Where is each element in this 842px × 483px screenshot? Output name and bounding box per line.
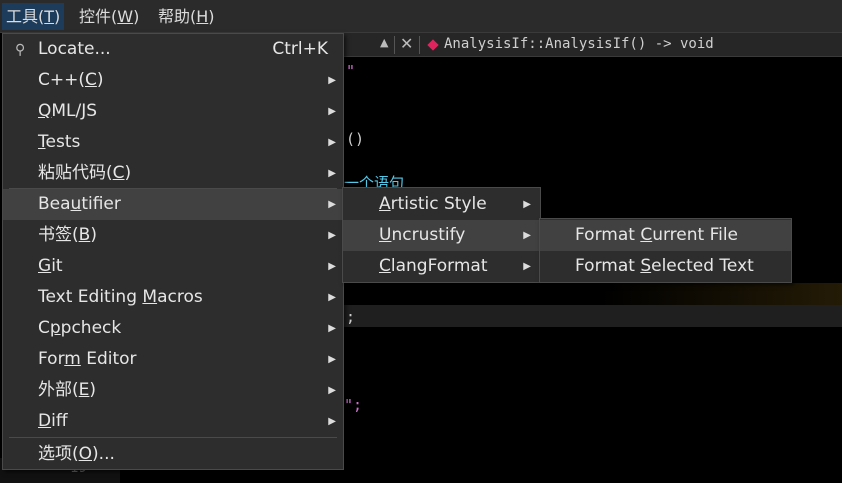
menu-item-cpp[interactable]: C++(C) ▶ [3,65,343,96]
menu-item-format-selected-text[interactable]: Format Selected Text [540,251,791,282]
up-down-arrows-icon[interactable]: ▲ [380,36,388,49]
menu-item-bookmarks[interactable]: 书签(B) ▶ [3,220,343,251]
menu-item-beautifier[interactable]: Beautifier ▶ [3,189,343,220]
menu-item-format-current-file[interactable]: Format Current File [540,220,791,251]
menu-item-external[interactable]: 外部(E) ▶ [3,375,343,406]
code-string-quote: " [346,62,356,80]
submenu-arrow-icon: ▶ [328,75,336,86]
tools-menu: ⚲ Locate... Ctrl+K C++(C) ▶ QML/JS ▶ Tes… [2,33,344,470]
submenu-arrow-icon: ▶ [328,323,336,334]
menu-item-shortcut: Ctrl+K [272,39,328,59]
submenu-arrow-icon: ▶ [328,199,336,210]
submenu-arrow-icon: ▶ [328,137,336,148]
menubar: 工具(T) 控件(W) 帮助(H) [0,0,842,33]
menu-controls[interactable]: 控件(W) [75,3,143,30]
menu-divider [9,437,337,438]
submenu-arrow-icon: ▶ [328,106,336,117]
menu-item-text-editing-macros[interactable]: Text Editing Macros ▶ [3,282,343,313]
menu-tools[interactable]: 工具(T) [2,3,65,30]
editor-toolbar: ▲ ✕ AnalysisIf::AnalysisIf() -> void [344,33,842,57]
menu-item-label: Locate... [38,39,111,59]
code-string-end: "; [344,396,363,414]
menu-item-diff[interactable]: Diff ▶ [3,406,343,437]
search-icon: ⚲ [15,42,26,58]
menu-item-paste-code[interactable]: 粘贴代码(C) ▶ [3,158,343,189]
function-diamond-icon [427,39,439,51]
beautifier-submenu: Artistic Style ▶ Uncrustify ▶ ClangForma… [342,187,541,283]
submenu-arrow-icon: ▶ [328,230,336,241]
menu-item-form-editor[interactable]: Form Editor ▶ [3,344,343,375]
code-semicolon: ; [346,308,356,326]
submenu-arrow-icon: ▶ [523,199,531,210]
menu-item-uncrustify[interactable]: Uncrustify ▶ [343,220,540,251]
toolbar-divider [394,36,395,54]
code-parens: () [346,130,365,148]
submenu-arrow-icon: ▶ [328,292,336,303]
menu-item-tests[interactable]: Tests ▶ [3,127,343,158]
current-line-highlight [344,305,842,327]
uncrustify-submenu: Format Current File Format Selected Text [539,218,792,283]
submenu-arrow-icon: ▶ [328,385,336,396]
menu-item-locate[interactable]: ⚲ Locate... Ctrl+K [3,34,343,65]
menu-item-cppcheck[interactable]: Cppcheck ▶ [3,313,343,344]
submenu-arrow-icon: ▶ [328,261,336,272]
menu-item-options[interactable]: 选项(O)... [3,439,343,470]
menu-item-git[interactable]: Git ▶ [3,251,343,282]
menu-help[interactable]: 帮助(H) [154,3,219,30]
menu-item-clangformat[interactable]: ClangFormat ▶ [343,251,540,282]
submenu-arrow-icon: ▶ [523,230,531,241]
menu-item-artistic-style[interactable]: Artistic Style ▶ [343,189,540,220]
menu-item-qml-js[interactable]: QML/JS ▶ [3,96,343,127]
close-icon[interactable]: ✕ [400,34,413,53]
function-selector[interactable]: AnalysisIf::AnalysisIf() -> void [444,36,714,52]
submenu-arrow-icon: ▶ [328,168,336,179]
submenu-arrow-icon: ▶ [523,261,531,272]
toolbar-divider [419,36,420,54]
submenu-arrow-icon: ▶ [328,416,336,427]
submenu-arrow-icon: ▶ [328,354,336,365]
